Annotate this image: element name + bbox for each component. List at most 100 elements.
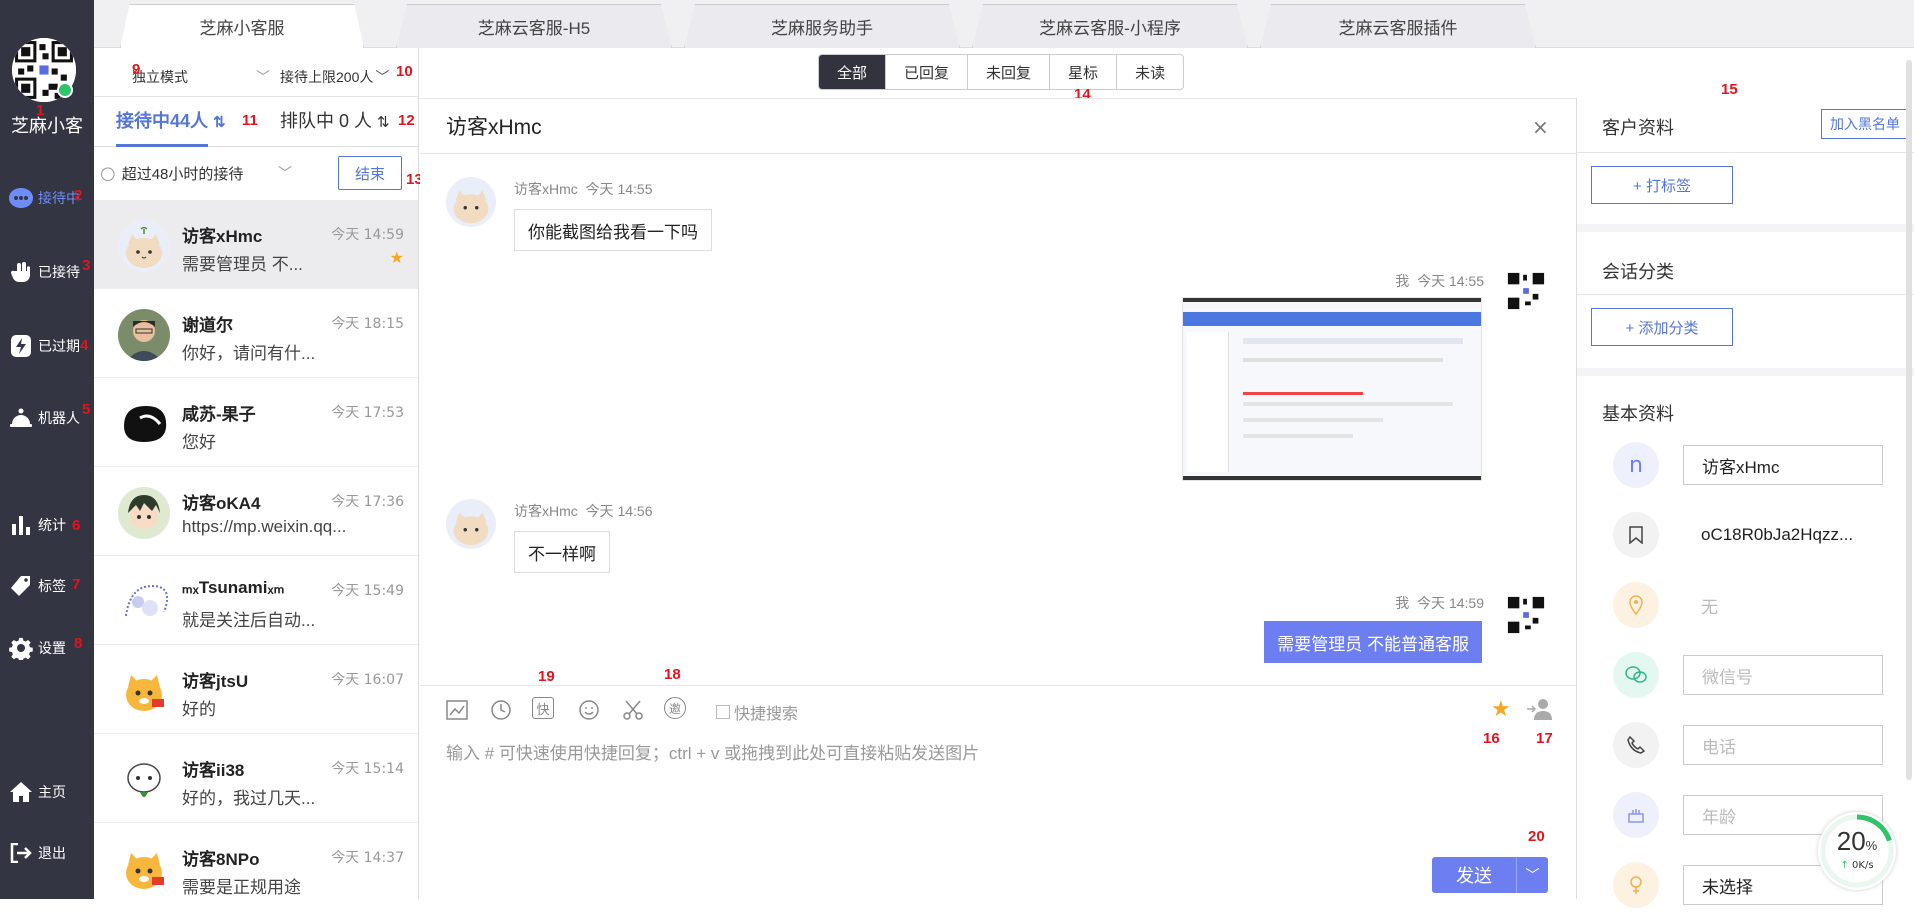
conversation-filter-select[interactable]: ○ 超过48小时的接待 ﹀ — [100, 156, 296, 190]
annotation-marker: 6 — [72, 517, 81, 534]
chevron-down-icon: ﹀ — [278, 166, 292, 182]
filter-unreplied[interactable]: 未回复 — [968, 55, 1051, 89]
message-input[interactable]: 输入 # 可快速使用快捷回复；ctrl + v 或拖拽到此处可直接粘贴发送图片 — [446, 739, 1506, 764]
active-tab-indicator — [116, 144, 208, 147]
message-meta: 我 今天 14:55 — [1395, 273, 1484, 289]
limit-select[interactable]: 接待上限200人 ﹀ — [280, 64, 410, 90]
close-icon[interactable]: × — [1532, 115, 1549, 139]
screenshot-image[interactable] — [1182, 297, 1482, 481]
sort-icon[interactable]: ⇅ — [213, 114, 226, 131]
list-item[interactable]: 访客jtsU 今天 16:07 好的 — [94, 645, 418, 734]
bar-chart-icon — [8, 512, 34, 538]
tab-zhima-xiaokefu[interactable]: 芝麻小客服 — [120, 4, 364, 48]
tab-queue[interactable]: 排队中 0 人 ⇅ — [280, 107, 390, 133]
list-item[interactable]: 谢道尔 今天 18:15 你好，请问有什... — [94, 289, 418, 378]
mode-select[interactable]: 独立模式 ﹀ — [132, 64, 292, 90]
name-field[interactable]: 访客xHmc — [1683, 445, 1883, 485]
sidebar-item-label: 统计 — [38, 517, 66, 533]
list-item[interactable]: 访客oKA4 今天 17:36 https://mp.weixin.qq... — [94, 467, 418, 556]
list-item[interactable]: 访客xHmc 今天 14:59 需要管理员 不... ★ — [94, 200, 418, 289]
list-item[interactable]: 访客ii38 今天 15:14 好的，我过几天... — [94, 734, 418, 823]
chart-icon[interactable] — [444, 697, 470, 723]
annotation-marker: 20 — [1528, 828, 1545, 845]
basic-info-title: 基本资料 — [1602, 404, 1674, 424]
avatar — [118, 576, 170, 628]
scrollbar[interactable] — [1906, 60, 1912, 780]
avatar — [1506, 595, 1546, 635]
scissors-icon[interactable] — [620, 697, 646, 723]
emoji-icon[interactable] — [576, 697, 602, 723]
upload-arrow-icon: ↑ — [1840, 860, 1849, 871]
add-category-button[interactable]: + 添加分类 — [1591, 308, 1733, 346]
sidebar-item-logout[interactable]: 退出 — [0, 833, 94, 873]
sidebar-item-robot[interactable]: 机器人 — [0, 398, 94, 438]
divider — [420, 685, 1576, 686]
serving-tabs: 接待中44人 ⇅ 11 排队中 0 人 ⇅ 12 — [94, 96, 418, 147]
chevron-down-icon[interactable]: ﹀ — [1516, 857, 1548, 893]
list-item[interactable]: ₘₓTsunamiₓₘ 今天 15:49 就是关注后自动... — [94, 556, 418, 645]
gender-icon — [1613, 862, 1659, 908]
gear-icon — [8, 635, 34, 661]
tab-zhima-miniprogram[interactable]: 芝麻云客服-小程序 — [972, 4, 1248, 48]
contact-name: ₘₓTsunamiₓₘ — [182, 578, 285, 597]
filter-starred[interactable]: 星标 — [1050, 55, 1118, 89]
tab-zhima-h5[interactable]: 芝麻云客服-H5 — [396, 4, 672, 48]
home-icon — [8, 779, 34, 805]
annotation-marker: 12 — [398, 112, 415, 129]
sidebar-item-label: 机器人 — [38, 410, 80, 426]
annotation-marker: 15 — [1721, 81, 1738, 98]
send-button[interactable]: 发送 ﹀ — [1432, 857, 1548, 893]
search-icon: ○ — [100, 162, 116, 184]
sidebar-item-label: 已接待 — [38, 264, 80, 280]
divider — [420, 153, 1576, 154]
wechat-field[interactable]: 微信号 — [1683, 655, 1883, 695]
end-button[interactable]: 结束 — [338, 156, 402, 190]
avatar — [1506, 271, 1546, 311]
filter-all[interactable]: 全部 — [819, 55, 887, 89]
quick-search-checkbox[interactable]: 快捷搜索 — [716, 700, 798, 724]
tab-zhima-assistant[interactable]: 芝麻服务助手 — [684, 4, 960, 48]
avatar — [446, 177, 496, 227]
sidebar-item-label: 已过期 — [38, 338, 80, 354]
message-meta: 访客xHmc 今天 14:56 — [514, 503, 653, 519]
tab-zhima-plugin[interactable]: 芝麻云客服插件 — [1260, 4, 1536, 48]
message-meta: 访客xHmc 今天 14:55 — [514, 181, 653, 197]
add-tag-button[interactable]: + 打标签 — [1591, 166, 1733, 204]
online-status-dot — [57, 82, 73, 98]
history-icon[interactable] — [488, 697, 514, 723]
filter-replied[interactable]: 已回复 — [886, 55, 969, 89]
annotation-marker: 4 — [80, 337, 89, 354]
divider — [1577, 152, 1914, 153]
reply-filter: 全部 已回复 未回复 星标 未读 — [818, 54, 1185, 90]
session-category-title: 会话分类 — [1602, 262, 1674, 282]
network-speed-widget[interactable]: 20% ↑ 0K/s — [1818, 812, 1896, 890]
avatar — [118, 487, 170, 539]
tab-serving[interactable]: 接待中44人 ⇅ — [116, 107, 226, 133]
robot-icon — [8, 405, 34, 431]
message-bubble: 不一样啊 — [514, 531, 610, 573]
transfer-user-icon[interactable] — [1526, 697, 1554, 725]
annotation-marker: 7 — [72, 576, 81, 593]
quick-reply-icon[interactable]: 快 — [532, 697, 554, 719]
avatar — [118, 309, 170, 361]
filter-unread[interactable]: 未读 — [1117, 55, 1183, 89]
annotation-marker: 2 — [74, 187, 83, 204]
logout-icon — [8, 840, 34, 866]
sidebar-item-home[interactable]: 主页 — [0, 772, 94, 812]
list-item[interactable]: 咸苏-果子 今天 17:53 您好 — [94, 378, 418, 467]
sidebar-item-label: 设置 — [38, 640, 66, 656]
avatar — [118, 754, 170, 806]
avatar — [118, 398, 170, 450]
star-icon[interactable]: ★ — [1491, 697, 1511, 722]
phone-field[interactable]: 电话 — [1683, 725, 1883, 765]
sidebar-item-label: 标签 — [38, 578, 66, 594]
checkbox-box[interactable] — [716, 705, 730, 719]
divider — [1577, 294, 1914, 295]
tag-icon — [8, 573, 34, 599]
chevron-down-icon: ﹀ — [375, 69, 390, 85]
sidebar-item-served[interactable]: 已接待 — [0, 252, 94, 292]
invite-icon[interactable]: 邀 — [664, 697, 686, 719]
blacklist-button[interactable]: 加入黑名单 — [1821, 109, 1909, 139]
sort-icon[interactable]: ⇅ — [377, 114, 390, 131]
conversation-panel: 独立模式 ﹀ 9 接待上限200人 ﹀ 10 接待中44人 ⇅ 11 排队中 0… — [94, 48, 423, 899]
